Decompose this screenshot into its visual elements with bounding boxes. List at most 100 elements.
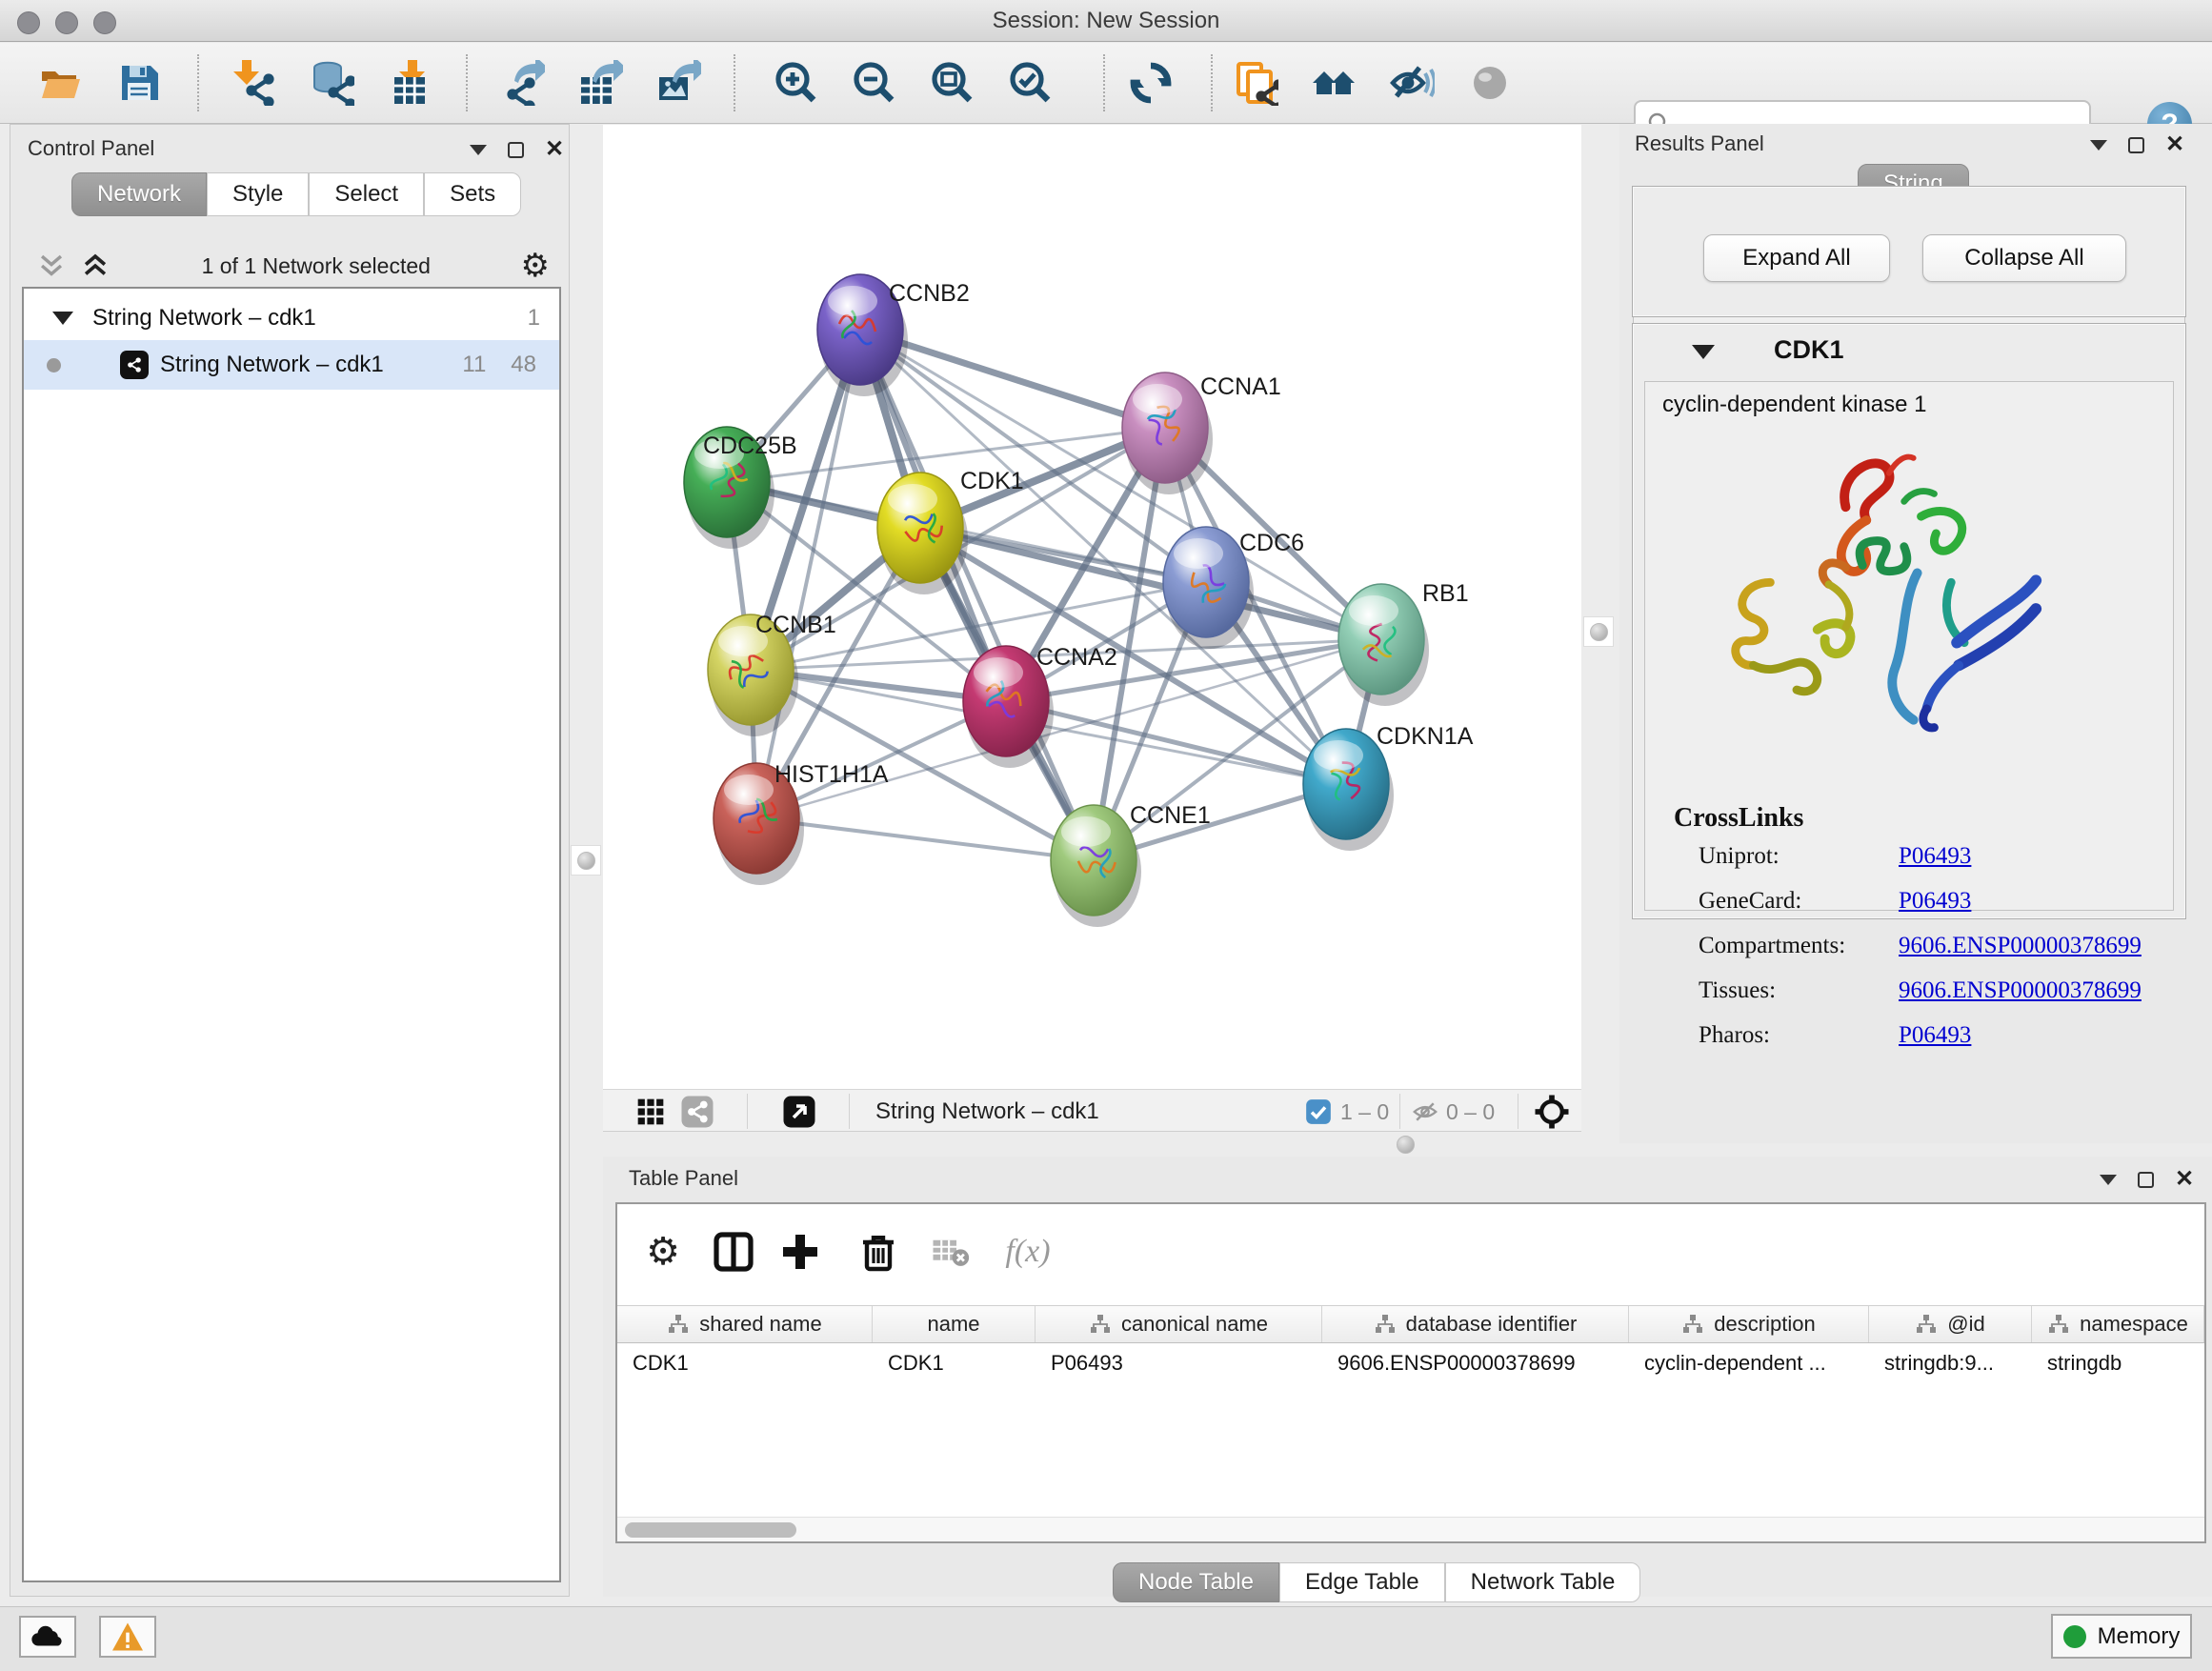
table-cell[interactable]: P06493	[1036, 1343, 1322, 1385]
collapse-all-button[interactable]: Collapse All	[1922, 234, 2126, 282]
scrollbar-thumb[interactable]	[625, 1522, 796, 1538]
table-cell[interactable]: CDK1	[617, 1343, 873, 1385]
cloud-button[interactable]	[19, 1616, 76, 1658]
table-cell[interactable]: stringdb	[2032, 1343, 2204, 1385]
tab-network[interactable]: Network	[71, 172, 207, 216]
save-session-button[interactable]	[112, 54, 166, 111]
float-panel-icon[interactable]	[2128, 137, 2144, 153]
collapse-all-icon[interactable]	[35, 250, 68, 282]
table-cell[interactable]: 9606.ENSP00000378699	[1322, 1343, 1629, 1385]
zoom-in-button[interactable]	[770, 54, 823, 111]
network-graph: CCNB2CCNA1CDC25BCDK1CDC6RB1CCNB1CCNA2CDK…	[603, 125, 1581, 1089]
show-all-button[interactable]	[1463, 54, 1517, 111]
column-header-namespace[interactable]: namespace	[2032, 1306, 2204, 1342]
create-column-icon[interactable]	[777, 1229, 823, 1275]
tab-select[interactable]: Select	[309, 172, 424, 216]
close-panel-icon[interactable]: ✕	[2175, 1170, 2194, 1189]
fit-selected-crosshair-icon[interactable]	[1533, 1093, 1571, 1131]
panel-menu-icon[interactable]	[2100, 1175, 2117, 1185]
birdseye-view-icon[interactable]	[635, 1097, 666, 1127]
export-network-button[interactable]	[495, 54, 549, 111]
crosslink-value[interactable]: 9606.ENSP00000378699	[1899, 933, 2142, 959]
network-row[interactable]: String Network – cdk1 11 48	[24, 340, 559, 390]
node-RB1[interactable]	[1338, 584, 1429, 706]
tab-node-table[interactable]: Node Table	[1113, 1562, 1279, 1602]
float-panel-icon[interactable]	[508, 142, 524, 158]
crosslink-value[interactable]: P06493	[1899, 1022, 1971, 1049]
node-label-HIST1H1A: HIST1H1A	[774, 761, 889, 788]
delete-column-trash-icon[interactable]	[855, 1229, 901, 1275]
open-session-button[interactable]	[34, 54, 88, 111]
edge-CCNB2-CCNE1[interactable]	[860, 330, 1094, 860]
import-table-button[interactable]	[383, 54, 436, 111]
float-panel-icon[interactable]	[2138, 1172, 2154, 1188]
network-view-canvas[interactable]: CCNB2CCNA1CDC25BCDK1CDC6RB1CCNB1CCNA2CDK…	[603, 125, 1581, 1089]
crosslink-label: Uniprot:	[1699, 843, 1899, 870]
column-label: database identifier	[1406, 1312, 1578, 1337]
panel-menu-icon[interactable]	[2090, 140, 2107, 151]
title-bar: Session: New Session	[0, 0, 2212, 42]
column-header-database-identifier[interactable]: database identifier	[1322, 1306, 1629, 1342]
tree-expander-icon[interactable]	[52, 312, 73, 325]
string-share-icon[interactable]	[680, 1095, 714, 1129]
network-options-gear-icon[interactable]: ⚙	[521, 247, 550, 285]
warnings-button[interactable]	[99, 1616, 156, 1658]
table-row[interactable]: CDK1CDK1P064939606.ENSP00000378699cyclin…	[617, 1343, 2204, 1385]
import-database-button[interactable]	[305, 54, 358, 111]
column-model-icon	[1374, 1313, 1397, 1336]
toolbar-group	[1124, 52, 1177, 113]
expand-all-button[interactable]: Expand All	[1703, 234, 1890, 282]
column-header-@id[interactable]: @id	[1869, 1306, 2032, 1342]
node-label-RB1: RB1	[1422, 580, 1469, 607]
panel-menu-icon[interactable]	[470, 145, 487, 155]
crosslink-value[interactable]: P06493	[1899, 888, 1971, 915]
left-splitter[interactable]	[570, 124, 603, 1597]
tab-sets[interactable]: Sets	[424, 172, 521, 216]
tab-edge-table[interactable]: Edge Table	[1279, 1562, 1445, 1602]
close-panel-icon[interactable]: ✕	[545, 140, 564, 159]
column-header-name[interactable]: name	[873, 1306, 1036, 1342]
close-panel-icon[interactable]: ✕	[2165, 135, 2184, 154]
table-cell[interactable]: CDK1	[873, 1343, 1036, 1385]
zoom-selected-button[interactable]	[1004, 54, 1057, 111]
column-header-canonical-name[interactable]: canonical name	[1036, 1306, 1322, 1342]
crosslink-label: Compartments:	[1699, 933, 1899, 959]
import-network-button[interactable]	[227, 54, 280, 111]
tab-network-table[interactable]: Network Table	[1445, 1562, 1641, 1602]
crosslinks-list: Uniprot: P06493GeneCard: P06493Compartme…	[1699, 843, 2156, 1067]
column-header-description[interactable]: description	[1629, 1306, 1869, 1342]
export-image-button[interactable]	[652, 54, 705, 111]
home-button[interactable]	[1307, 54, 1360, 111]
zoom-fit-button[interactable]	[926, 54, 979, 111]
right-splitter[interactable]	[1581, 124, 1619, 1134]
crosslink-value[interactable]: P06493	[1899, 843, 1971, 870]
column-header-shared-name[interactable]: shared name	[617, 1306, 873, 1342]
zoom-out-button[interactable]	[848, 54, 901, 111]
crosslinks-title: CrossLinks	[1674, 803, 1803, 834]
table-cell[interactable]: cyclin-dependent ...	[1629, 1343, 1869, 1385]
edge-HIST1H1A-CCNE1[interactable]	[756, 818, 1094, 860]
memory-button[interactable]: Memory	[2051, 1614, 2192, 1659]
table-options-gear-icon[interactable]: ⚙	[640, 1229, 686, 1275]
selected-checkbox-icon[interactable]	[1305, 1098, 1332, 1125]
table-cell[interactable]: stringdb:9...	[1869, 1343, 2032, 1385]
tab-style[interactable]: Style	[207, 172, 309, 216]
crosslink-row: GeneCard: P06493	[1699, 888, 2156, 915]
export-table-button[interactable]	[573, 54, 627, 111]
show-columns-icon[interactable]	[711, 1229, 756, 1275]
expand-all-icon[interactable]	[79, 250, 111, 282]
status-bar: Memory	[0, 1606, 2212, 1671]
node-CCNE1[interactable]	[1051, 805, 1141, 927]
clone-network-icon	[1233, 60, 1278, 106]
clone-network-button[interactable]	[1229, 54, 1282, 111]
delete-table-icon	[930, 1229, 970, 1275]
network-collection-row[interactable]: String Network – cdk1 1	[24, 296, 559, 340]
node-table-container: ⚙ f(x) shared namenamecanonical namedata…	[615, 1202, 2206, 1543]
refresh-button[interactable]	[1124, 54, 1177, 111]
open-in-window-icon[interactable]	[782, 1095, 816, 1129]
section-expander-icon[interactable]	[1692, 345, 1715, 359]
table-horizontal-scrollbar[interactable]	[617, 1517, 2204, 1541]
crosslink-value[interactable]: 9606.ENSP00000378699	[1899, 977, 2142, 1004]
hide-selected-button[interactable]	[1385, 54, 1438, 111]
toolbar-divider	[1211, 54, 1213, 111]
